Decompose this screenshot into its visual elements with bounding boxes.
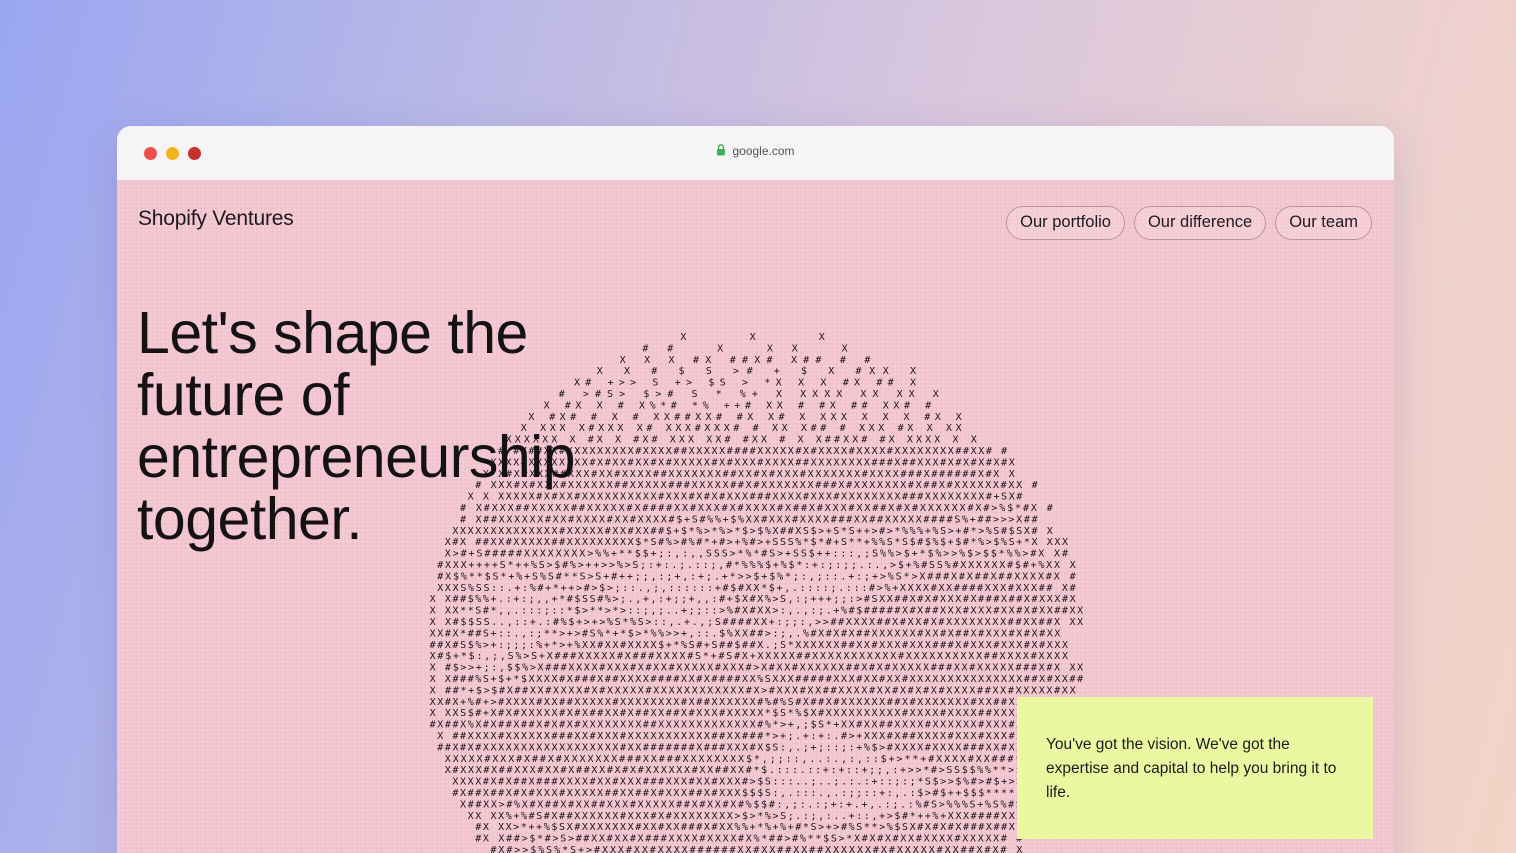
globe-ascii-row: X>#+S#####XXXXXXXX>%%+**$$+;:,:,,SSS>*%*… [445, 549, 1068, 560]
globe-ascii-row: X X###%S+$+*$XXXX#X###X##XXXX####XX#X###… [430, 674, 1084, 685]
globe-ascii-row: #X#>>$%S%*S+>#XXX#XX#XXXX######XX#XX##XX… [490, 845, 1022, 853]
globe-ascii-row: #X XX>*++%$SX#XXXXXXX#XX#XX###X#XX%%+*%+… [475, 822, 1037, 833]
globe-ascii-row: X#XXX#X##XXX#XX#X##XX#X#X#XXXXXX#XX##XX#… [445, 765, 1061, 776]
globe-ascii-row: #X##X##X#X#XXX#XXXXX##XX##X#XXX##X#XXX$$… [452, 788, 1052, 799]
main-nav: Our portfolio Our difference Our team [1006, 206, 1372, 240]
lock-icon [716, 144, 726, 159]
page-content: Shopify Ventures Our portfolio Our diffe… [117, 180, 1394, 853]
globe-ascii-row: X #X X # X%*# *% ++# XX # #X ## XX# # [544, 400, 932, 411]
callout-text: You've got the vision. We've got the exp… [1046, 736, 1337, 801]
globe-ascii-row: X X##$%%+.:+:;,,+*#$SS#%>;.,+,:+;;+,,:#+… [430, 594, 1076, 605]
globe-ascii-row: # >#S> $># S * %+ X XXXX XX XX X [559, 389, 939, 400]
hero-line: together. [137, 486, 363, 552]
globe-ascii-row: X ##XXXX#XXXXXX###XX#XXX#XXXXXXXXXXX##XX… [437, 731, 1075, 742]
nav-our-portfolio[interactable]: Our portfolio [1006, 206, 1125, 240]
address-bar[interactable]: google.com [117, 144, 1394, 159]
globe-ascii-row: XXXXXX X #X X #X# XXX XX# #XX # X X##XX#… [506, 435, 977, 446]
globe-ascii-row: XX#X+%#+>#XXXX#XX##XXXXX#XXXXXXXX#X##XXX… [430, 697, 1076, 708]
globe-ascii-row: ## X XX X [642, 343, 847, 354]
globe-ascii-row: XXXXX#XXX#X##X#XXXXXXX###XX###XXXXXXXX$*… [445, 754, 1045, 765]
globe-ascii-row: X ##*+$>$#X##XX#XXXX#X#XXXXX#XXXXXXXXXXX… [430, 685, 1076, 696]
globe-ascii-row: X X X #X ##X# X## # # [620, 355, 871, 366]
hero-line: entrepreneurship [137, 424, 576, 490]
globe-ascii-row: X X#$$SS..,::+.:#%$+>+>%S*%S>::,.+.,;S##… [430, 617, 1084, 628]
globe-ascii-row: X XXS$#+X#X#XXXXX#X#X##XX#X##XX##X#XXX#X… [430, 708, 1084, 719]
browser-window: google.com Shopify Ventures Our portfoli… [117, 126, 1394, 853]
globe-ascii-row: X# +>> S +> $S > *X X X #X ## X [574, 378, 916, 389]
globe-ascii-row: #XXX++++S*++%S>$#%>++>>%>S;:+:.;.::;,#*%… [437, 560, 1075, 571]
globe-ascii-row: X X # $ S ># + $ X #XX X [597, 366, 916, 377]
globe-ascii-row: ##X#X#XXXXXXXXXXXXXXXXXX#XX#######X###XX… [437, 742, 1075, 753]
globe-ascii-row: X XX**S#*,,.:::;::*$>**>*>::;,;..+;;::>%… [430, 606, 1084, 617]
globe-ascii-row: X #X# # X # XX##XX# #X X# X XXX X X X #X… [528, 412, 961, 423]
nav-our-team[interactable]: Our team [1275, 206, 1372, 240]
globe-ascii-row: XXXX#X#X##X###XXXX#XX#XXX###XXX#XX#XXX#>… [452, 777, 1045, 788]
hero-line: future of [137, 362, 349, 428]
hero-line: Let's shape the [137, 300, 528, 366]
value-callout: You've got the vision. We've got the exp… [1017, 697, 1373, 839]
hero-heading: Let's shape the future of entrepreneursh… [137, 300, 576, 552]
globe-ascii-row: X##XX>#%X#X##X#XX##XXX#XXXXX##X#XX#X#%$$… [460, 799, 1053, 810]
globe-ascii-row: X #$>>+;:,$$%>X###XXXX#XXX#X#XX#XXXXX#XX… [430, 663, 1084, 674]
url-text: google.com [732, 144, 795, 158]
globe-ascii-row: XX XX%+%#S#X##XXXXXX#XXX#X#XXXXXXXX>$>*%… [468, 811, 1038, 822]
globe-ascii-row: XXXS%SS::.+:%#+*++>#>$>;::.,;,::::::+#$#… [437, 583, 1075, 594]
globe-ascii-row: XX#X*##S+::.,:;**>+>#S%*+*$>*%%>>+,::.$%… [430, 628, 1061, 639]
brand-logo[interactable]: Shopify Ventures [138, 207, 294, 231]
globe-ascii-row: X XXX X#XXX X# XXX#XXX# # XX X## # XXX #… [521, 423, 962, 434]
globe-ascii-row: X X X [680, 332, 824, 343]
globe-ascii-row: #X X##>$*#>S>##XX#XX#X###XXXX#XXXX#X%*##… [475, 834, 1022, 845]
nav-our-difference[interactable]: Our difference [1133, 206, 1267, 240]
globe-ascii-row: #X$%**$S*+%+S%S#**S>S+#++;;,:;+,:+;.+*>>… [437, 571, 1075, 582]
globe-ascii-row: ##X#S$%>+:;;;:%+*>+%XX#XX#XXXX$+*%S#+S##… [430, 640, 1068, 651]
browser-titlebar: google.com [117, 126, 1394, 180]
globe-ascii-row: #X##X%X#X##X##X#X#X#XXXXXXXX##XXXXXXXXXX… [430, 720, 1061, 731]
globe-ascii-row: X#$+*$:,;,S%>S+X###XXXXX#X###XXXX#S*+#S#… [430, 651, 1068, 662]
